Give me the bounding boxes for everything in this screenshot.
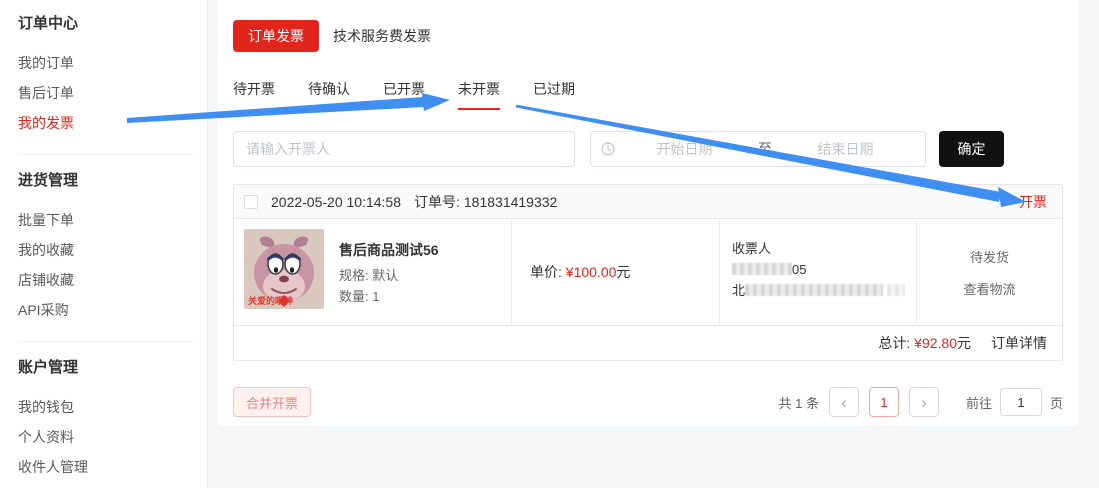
sidebar-group-account: 账户管理	[18, 358, 207, 378]
tab-order-invoice[interactable]: 订单发票	[233, 20, 319, 52]
sidebar-item-my-favorites[interactable]: 我的收藏	[18, 235, 207, 265]
goto-page-input[interactable]	[1000, 388, 1042, 416]
total-currency: ¥	[914, 335, 922, 351]
order-no-label: 订单号:	[414, 192, 460, 212]
pagination: 共 1 条 ‹ 1 › 前往 页	[779, 387, 1064, 417]
order-select-checkbox[interactable]	[244, 195, 258, 209]
clock-icon	[601, 142, 615, 156]
create-invoice-link[interactable]: 开票	[1019, 192, 1047, 212]
merge-invoice-button[interactable]: 合并开票	[233, 387, 311, 417]
chevron-right-icon: ›	[921, 394, 927, 411]
sidebar-item-my-orders[interactable]: 我的订单	[18, 48, 207, 78]
order-card-body: 关爱的眼神 售后商品测试56 规格: 默认 数量: 1 单价: ¥100.00元…	[234, 219, 1062, 325]
order-card: 2022-05-20 10:14:58 订单号: 181831419332 开票	[233, 184, 1063, 361]
sidebar-item-shop-favorites[interactable]: 店铺收藏	[18, 265, 207, 295]
product-spec: 规格: 默认	[339, 265, 439, 286]
order-card-footer: 总计: ¥92.80元 订单详情	[234, 325, 1062, 360]
total-amount: 92.80	[922, 335, 957, 351]
sidebar: 订单中心 我的订单 售后订单 我的发票 进货管理 批量下单 我的收藏 店铺收藏 …	[0, 0, 208, 488]
date-range-picker[interactable]: 开始日期 至 结束日期	[590, 131, 926, 167]
tab-pending-confirm[interactable]: 待确认	[308, 79, 350, 110]
cartoon-dog-image: 关爱的眼神	[244, 229, 324, 309]
prev-page-button[interactable]: ‹	[829, 387, 859, 417]
invoice-center-page: 订单中心 我的订单 售后订单 我的发票 进货管理 批量下单 我的收藏 店铺收藏 …	[0, 0, 1099, 488]
sidebar-divider	[18, 154, 193, 155]
order-detail-link[interactable]: 订单详情	[991, 333, 1047, 353]
bottom-row: 合并开票 共 1 条 ‹ 1 › 前往 页	[233, 387, 1063, 417]
receiver-address-redacted	[745, 284, 883, 296]
tab-expired[interactable]: 已过期	[533, 79, 575, 110]
order-datetime: 2022-05-20 10:14:58	[271, 194, 401, 210]
receiver-address-redacted-tail	[887, 284, 905, 296]
date-end-placeholder: 结束日期	[776, 139, 915, 159]
product-quantity: 数量: 1	[339, 286, 439, 307]
unit-price-unit: 元	[616, 262, 630, 282]
receiver-address: 北	[732, 280, 916, 301]
sidebar-item-aftersale-orders[interactable]: 售后订单	[18, 78, 207, 108]
filter-row: 开始日期 至 结束日期 确定	[233, 131, 1063, 167]
next-page-button[interactable]: ›	[909, 387, 939, 417]
invoice-type-row: 订单发票 技术服务费发票	[233, 20, 1063, 52]
receiver-phone: 05	[732, 259, 916, 280]
order-no-value: 181831419332	[464, 194, 557, 210]
invoice-panel: 订单发票 技术服务费发票 待开票 待确认 已开票 未开票 已过期 开始日期 至 …	[218, 0, 1078, 426]
sidebar-item-my-invoices[interactable]: 我的发票	[18, 108, 207, 138]
confirm-button[interactable]: 确定	[939, 131, 1004, 167]
tab-pending-invoice[interactable]: 待开票	[233, 79, 275, 110]
goto-label: 前往	[966, 393, 992, 412]
product-info: 售后商品测试56 规格: 默认 数量: 1	[339, 229, 439, 315]
product-image[interactable]: 关爱的眼神	[244, 229, 324, 309]
goto-unit: 页	[1050, 393, 1063, 412]
date-separator: 至	[754, 139, 776, 159]
sidebar-item-bulk-order[interactable]: 批量下单	[18, 205, 207, 235]
sidebar-item-recipient-management[interactable]: 收件人管理	[18, 452, 207, 482]
date-start-placeholder: 开始日期	[615, 139, 754, 159]
total-unit: 元	[957, 333, 971, 353]
receiver-label: 收票人	[732, 238, 916, 259]
unit-price-amount: 100.00	[574, 264, 617, 280]
order-status: 待发货	[970, 247, 1009, 266]
receiver-phone-redacted	[732, 263, 792, 275]
sidebar-group-order-center: 订单中心	[18, 14, 207, 34]
tab-not-invoiced[interactable]: 未开票	[458, 79, 500, 110]
sidebar-item-my-wallet[interactable]: 我的钱包	[18, 392, 207, 422]
chevron-left-icon: ‹	[841, 394, 847, 411]
unit-price-currency: ¥	[566, 264, 574, 280]
tab-invoiced[interactable]: 已开票	[383, 79, 425, 110]
invoice-status-tabs: 待开票 待确认 已开票 未开票 已过期	[233, 79, 1063, 110]
receiver-cell: 收票人 05 北	[719, 219, 916, 325]
total-count: 共 1 条	[779, 393, 819, 412]
invoicer-search-input[interactable]	[233, 131, 575, 167]
tab-tech-service-invoice[interactable]: 技术服务费发票	[333, 26, 431, 46]
total-label: 总计:	[878, 333, 910, 353]
view-logistics-link[interactable]: 查看物流	[963, 279, 1015, 298]
product-cell: 关爱的眼神 售后商品测试56 规格: 默认 数量: 1	[234, 219, 511, 325]
sidebar-item-profile[interactable]: 个人资料	[18, 422, 207, 452]
sidebar-item-api-purchase[interactable]: API采购	[18, 295, 207, 325]
product-name[interactable]: 售后商品测试56	[339, 240, 439, 260]
sidebar-divider	[18, 341, 193, 342]
sidebar-group-purchase: 进货管理	[18, 171, 207, 191]
status-cell: 待发货 查看物流	[916, 219, 1062, 325]
price-cell: 单价: ¥100.00元	[511, 219, 719, 325]
order-card-header: 2022-05-20 10:14:58 订单号: 181831419332 开票	[234, 185, 1062, 219]
page-1-button[interactable]: 1	[869, 387, 899, 417]
product-image-caption: 关爱的眼神	[248, 295, 293, 306]
unit-price-label: 单价:	[530, 262, 562, 282]
